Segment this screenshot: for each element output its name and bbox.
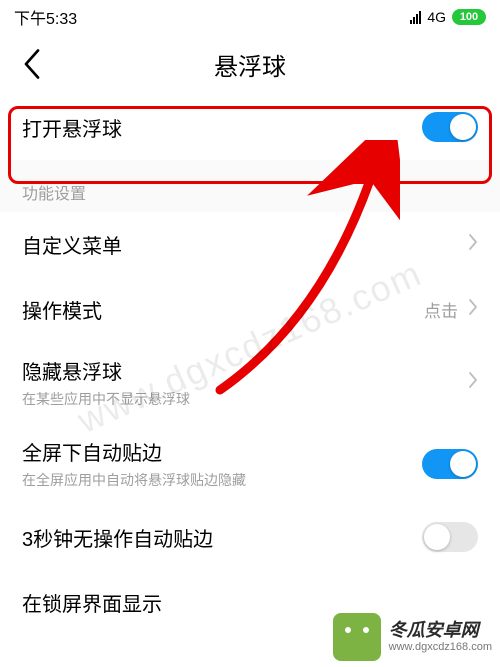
row-label: 隐藏悬浮球 — [22, 356, 190, 385]
row-label: 操作模式 — [22, 295, 102, 324]
toggle-knob — [450, 451, 476, 477]
toggle-idle-dock[interactable] — [422, 522, 478, 552]
status-bar: 下午5:33 4G 100 — [0, 0, 500, 34]
toggle-knob — [450, 114, 476, 140]
row-hide-floating-ball[interactable]: 隐藏悬浮球 在某些应用中不显示悬浮球 — [0, 342, 500, 423]
section-header: 功能设置 — [0, 160, 500, 212]
chevron-left-icon — [23, 49, 41, 79]
row-sublabel: 在全屏应用中自动将悬浮球贴边隐藏 — [22, 470, 246, 490]
watermark-url: www.dgxcdz168.com — [389, 641, 492, 653]
status-time: 下午5:33 — [14, 5, 77, 29]
row-label: 3秒钟无操作自动贴边 — [22, 523, 213, 552]
watermark-logo: 冬瓜安卓网 www.dgxcdz168.com — [333, 613, 492, 661]
chevron-right-icon — [468, 233, 478, 256]
row-label: 打开悬浮球 — [22, 113, 122, 142]
toggle-open-floating-ball[interactable] — [422, 112, 478, 142]
title-bar: 悬浮球 — [0, 34, 500, 94]
row-custom-menu[interactable]: 自定义菜单 — [0, 212, 500, 277]
row-sublabel: 在某些应用中不显示悬浮球 — [22, 389, 190, 409]
battery-icon: 100 — [452, 9, 486, 25]
toggle-fullscreen-dock[interactable] — [422, 449, 478, 479]
chevron-right-icon — [468, 298, 478, 321]
settings-list: 打开悬浮球 功能设置 自定义菜单 操作模式 点击 隐藏悬浮球 在某些应用中不显示… — [0, 94, 500, 635]
network-label: 4G — [427, 9, 446, 25]
row-label: 全屏下自动贴边 — [22, 437, 246, 466]
android-icon — [333, 613, 381, 661]
row-label: 在锁屏界面显示 — [22, 588, 162, 617]
row-label: 自定义菜单 — [22, 230, 122, 259]
row-operation-mode[interactable]: 操作模式 点击 — [0, 277, 500, 342]
page-title: 悬浮球 — [214, 47, 286, 82]
status-right: 4G 100 — [410, 9, 486, 25]
watermark-brand: 冬瓜安卓网 — [389, 621, 479, 641]
row-idle-dock[interactable]: 3秒钟无操作自动贴边 — [0, 504, 500, 570]
toggle-knob — [424, 524, 450, 550]
signal-icon — [410, 11, 421, 24]
row-value: 点击 — [424, 297, 458, 322]
back-button[interactable] — [12, 44, 52, 84]
chevron-right-icon — [468, 371, 478, 394]
row-fullscreen-dock[interactable]: 全屏下自动贴边 在全屏应用中自动将悬浮球贴边隐藏 — [0, 423, 500, 504]
row-open-floating-ball[interactable]: 打开悬浮球 — [0, 94, 500, 160]
